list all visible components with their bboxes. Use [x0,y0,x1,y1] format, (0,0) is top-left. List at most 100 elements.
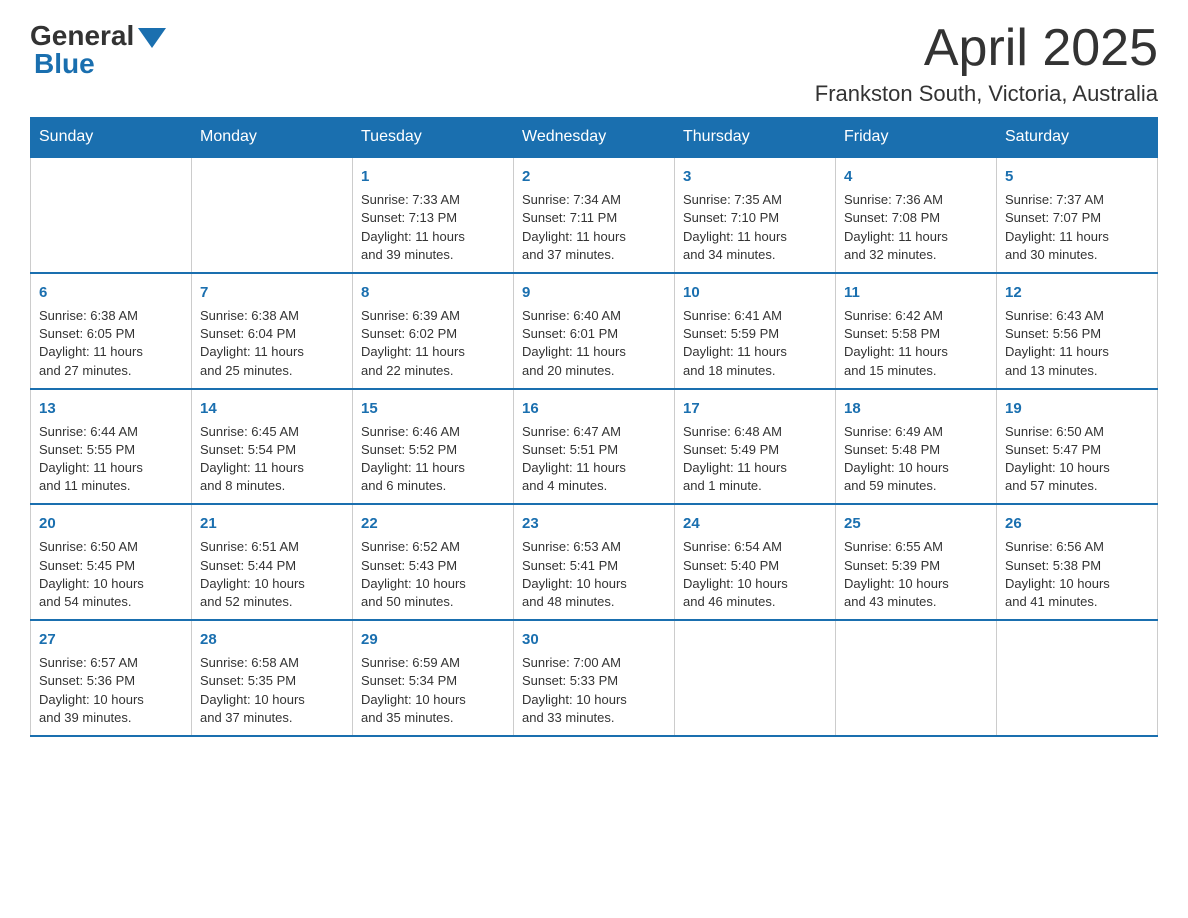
day-info-line: Daylight: 11 hours [683,460,787,475]
day-info-line: Sunset: 5:56 PM [1005,326,1101,341]
day-info-line: and 37 minutes. [200,710,293,725]
day-info-line: Sunrise: 6:57 AM [39,655,138,670]
day-info-line: Daylight: 11 hours [844,229,948,244]
calendar-header-row: SundayMondayTuesdayWednesdayThursdayFrid… [31,118,1158,158]
day-info-line: Sunset: 7:10 PM [683,210,779,225]
calendar-cell: 19Sunrise: 6:50 AMSunset: 5:47 PMDayligh… [997,389,1158,505]
day-info-line: Daylight: 10 hours [1005,460,1110,475]
day-info-line: Sunrise: 6:58 AM [200,655,299,670]
calendar-cell: 9Sunrise: 6:40 AMSunset: 6:01 PMDaylight… [514,273,675,389]
day-info-line: and 54 minutes. [39,594,132,609]
day-number: 22 [361,513,505,534]
day-info-line: Sunrise: 6:46 AM [361,424,460,439]
day-number: 14 [200,398,344,419]
day-info-line: Sunset: 7:13 PM [361,210,457,225]
day-number: 18 [844,398,988,419]
day-info-line: Daylight: 11 hours [683,344,787,359]
calendar-cell: 29Sunrise: 6:59 AMSunset: 5:34 PMDayligh… [353,620,514,736]
day-info-line: Sunrise: 6:51 AM [200,539,299,554]
day-info-line: Sunset: 7:07 PM [1005,210,1101,225]
day-info-line: Daylight: 11 hours [522,460,626,475]
day-info-line: Sunrise: 6:44 AM [39,424,138,439]
day-number: 17 [683,398,827,419]
day-info-line: Sunset: 5:48 PM [844,442,940,457]
day-of-week-header: Wednesday [514,118,675,158]
day-info-line: Sunrise: 6:45 AM [200,424,299,439]
day-number: 28 [200,629,344,650]
day-info-line: and 41 minutes. [1005,594,1098,609]
day-info-line: and 39 minutes. [39,710,132,725]
day-info-line: and 37 minutes. [522,247,615,262]
day-info-line: Sunset: 6:04 PM [200,326,296,341]
day-info-line: Sunrise: 6:53 AM [522,539,621,554]
day-number: 5 [1005,166,1149,187]
calendar-cell [675,620,836,736]
day-info-line: Sunset: 5:52 PM [361,442,457,457]
day-info-line: and 46 minutes. [683,594,776,609]
day-info-line: Daylight: 11 hours [1005,229,1109,244]
day-info-line: Sunrise: 6:42 AM [844,308,943,323]
day-of-week-header: Friday [836,118,997,158]
day-info-line: Sunrise: 6:49 AM [844,424,943,439]
day-number: 20 [39,513,183,534]
day-info-line: Sunrise: 7:00 AM [522,655,621,670]
day-number: 19 [1005,398,1149,419]
day-number: 15 [361,398,505,419]
day-info-line: Sunrise: 7:34 AM [522,192,621,207]
day-info-line: and 43 minutes. [844,594,937,609]
logo-arrow-icon [138,28,166,48]
day-number: 1 [361,166,505,187]
day-info-line: and 27 minutes. [39,363,132,378]
day-info-line: Sunset: 5:49 PM [683,442,779,457]
day-of-week-header: Thursday [675,118,836,158]
day-info-line: and 25 minutes. [200,363,293,378]
calendar-cell: 3Sunrise: 7:35 AMSunset: 7:10 PMDaylight… [675,157,836,273]
calendar-cell: 13Sunrise: 6:44 AMSunset: 5:55 PMDayligh… [31,389,192,505]
day-info-line: Daylight: 10 hours [844,460,949,475]
day-info-line: Daylight: 11 hours [522,344,626,359]
day-of-week-header: Sunday [31,118,192,158]
calendar-cell: 23Sunrise: 6:53 AMSunset: 5:41 PMDayligh… [514,504,675,620]
calendar-week-row: 13Sunrise: 6:44 AMSunset: 5:55 PMDayligh… [31,389,1158,505]
day-number: 12 [1005,282,1149,303]
calendar-cell [997,620,1158,736]
day-info-line: Daylight: 10 hours [39,692,144,707]
calendar-cell: 30Sunrise: 7:00 AMSunset: 5:33 PMDayligh… [514,620,675,736]
day-number: 6 [39,282,183,303]
day-number: 23 [522,513,666,534]
day-info-line: Sunrise: 6:50 AM [39,539,138,554]
day-info-line: Sunset: 5:35 PM [200,673,296,688]
day-info-line: and 13 minutes. [1005,363,1098,378]
day-number: 9 [522,282,666,303]
day-info-line: and 8 minutes. [200,478,285,493]
day-info-line: and 33 minutes. [522,710,615,725]
day-info-line: Sunset: 5:44 PM [200,558,296,573]
calendar-cell: 12Sunrise: 6:43 AMSunset: 5:56 PMDayligh… [997,273,1158,389]
day-number: 10 [683,282,827,303]
day-info-line: Sunset: 5:47 PM [1005,442,1101,457]
day-info-line: and 52 minutes. [200,594,293,609]
day-info-line: Sunrise: 6:41 AM [683,308,782,323]
day-number: 16 [522,398,666,419]
location-title: Frankston South, Victoria, Australia [815,81,1158,107]
day-info-line: Sunset: 5:43 PM [361,558,457,573]
day-info-line: Sunset: 5:33 PM [522,673,618,688]
title-block: April 2025 Frankston South, Victoria, Au… [815,20,1158,107]
day-info-line: Sunset: 5:55 PM [39,442,135,457]
day-info-line: Sunrise: 6:56 AM [1005,539,1104,554]
day-info-line: Daylight: 11 hours [39,460,143,475]
calendar-table: SundayMondayTuesdayWednesdayThursdayFrid… [30,117,1158,737]
calendar-cell: 16Sunrise: 6:47 AMSunset: 5:51 PMDayligh… [514,389,675,505]
day-info-line: Daylight: 11 hours [200,460,304,475]
day-info-line: and 4 minutes. [522,478,607,493]
day-info-line: Sunrise: 7:35 AM [683,192,782,207]
calendar-cell: 21Sunrise: 6:51 AMSunset: 5:44 PMDayligh… [192,504,353,620]
day-info-line: Sunrise: 7:33 AM [361,192,460,207]
day-number: 3 [683,166,827,187]
day-info-line: Sunrise: 6:54 AM [683,539,782,554]
page-header: General Blue April 2025 Frankston South,… [30,20,1158,107]
day-info-line: Daylight: 10 hours [39,576,144,591]
day-number: 24 [683,513,827,534]
calendar-cell: 2Sunrise: 7:34 AMSunset: 7:11 PMDaylight… [514,157,675,273]
day-info-line: Sunrise: 6:40 AM [522,308,621,323]
